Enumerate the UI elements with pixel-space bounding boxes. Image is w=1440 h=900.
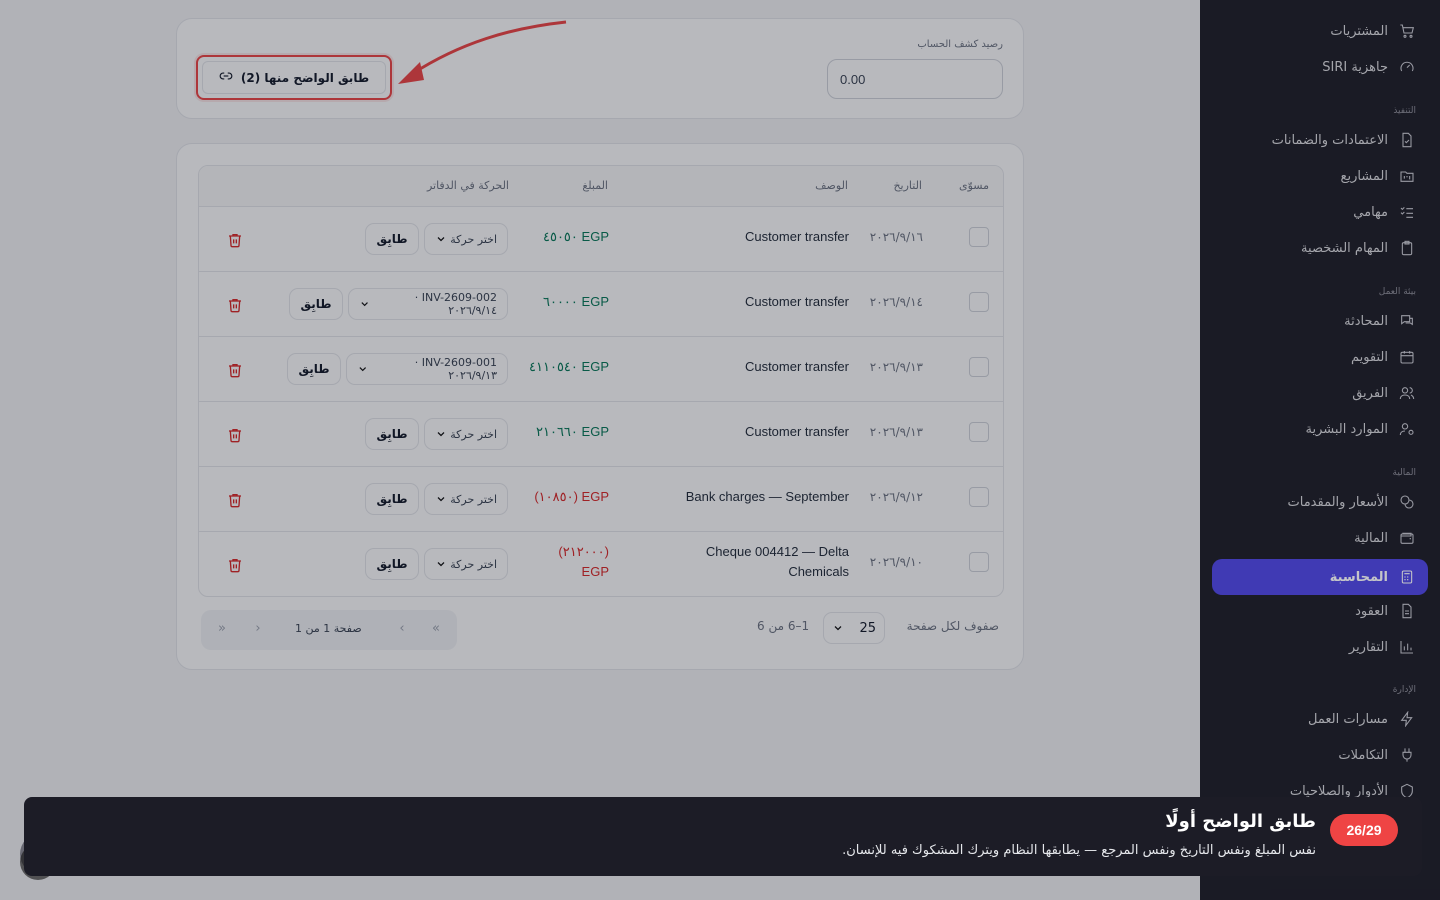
table-row: ٢٠٢٦/٩/١٢ Bank charges — September EGP (… [199, 467, 1003, 532]
row-description: Customer transfer [744, 359, 849, 374]
select-value: اختر حركة [450, 232, 497, 246]
row-description-line1: Cheque 004412 — Delta [705, 544, 849, 559]
row-checkbox[interactable] [969, 357, 989, 377]
row-checkbox[interactable] [969, 292, 989, 312]
chevron-down-icon [834, 626, 842, 631]
row-description: Customer transfer [744, 294, 849, 309]
tour-body: نفس المبلغ ونفس التاريخ ونفس المرجع — يط… [842, 843, 1316, 858]
reconciliation-card: مسوّى التاريخ الوصف المبلغ الحركة في الد… [176, 143, 1024, 670]
col-date: التاريخ [893, 179, 922, 192]
table-row: ٢٠٢٦/٩/١٦ Customer transfer EGP ٤٥٠٥٠ اخ… [199, 207, 1003, 272]
row-amount-line1: (٢١٢٠٠٠) [558, 544, 609, 559]
row-checkbox[interactable] [969, 227, 989, 247]
chevron-down-icon [437, 562, 445, 567]
row-checkbox[interactable] [969, 487, 989, 507]
row-amount: EGP ٤٥٠٥٠ [542, 229, 609, 244]
table-row: ٢٠٢٦/٩/١٣ Customer transfer EGP ٢١٠٦٦٠ ا… [199, 402, 1003, 467]
rows-per-page-select[interactable]: 25 [823, 612, 885, 644]
table-row: ٢٠٢٦/٩/١٤ Customer transfer EGP ٦٠٠٠٠ IN… [199, 272, 1003, 337]
ledger-move-select[interactable]: اختر حركة [424, 418, 508, 450]
trash-icon[interactable] [227, 427, 243, 443]
row-date: ٢٠٢٦/٩/١٤ [869, 295, 923, 309]
select-value: INV-2609-002 · ٢٠٢٦/٩/١٤ [414, 291, 497, 317]
chevron-down-icon [359, 367, 367, 372]
match-obvious-button[interactable]: طابق الواضح منها (2) [196, 55, 392, 100]
row-date: ٢٠٢٦/٩/١٠ [869, 555, 923, 569]
chevron-down-icon [437, 237, 445, 242]
row-description: Customer transfer [744, 229, 849, 244]
match-button[interactable]: طابِق [365, 483, 419, 515]
pagination: « ‹ صفحة 1 من 1 › » [201, 610, 457, 650]
table-header: مسوّى التاريخ الوصف المبلغ الحركة في الد… [199, 166, 1003, 207]
balance-input[interactable]: 0.00 [827, 59, 1003, 99]
next-page-icon[interactable]: › [395, 622, 409, 636]
ledger-move-select[interactable]: INV-2609-001 · ٢٠٢٦/٩/١٣ [346, 353, 508, 385]
balance-card: رصيد كشف الحساب 0.00 طابق الواضح منها (2… [176, 18, 1024, 119]
match-button[interactable]: طابِق [365, 418, 419, 450]
trash-icon[interactable] [227, 297, 243, 313]
row-amount: EGP ٢١٠٦٦٠ [536, 424, 609, 439]
rows-per-page-value: 25 [859, 620, 876, 636]
chevron-down-icon [437, 497, 445, 502]
row-amount: (٢١٢٠٠٠) EGP [558, 542, 609, 582]
row-checkbox[interactable] [969, 422, 989, 442]
match-button[interactable]: طابِق [289, 288, 343, 320]
ledger-move-select[interactable]: اختر حركة [424, 223, 508, 255]
row-description-line2: Chemicals [788, 564, 849, 579]
row-description: Bank charges — September [685, 489, 849, 504]
first-page-icon[interactable]: « [215, 622, 229, 636]
select-value: اختر حركة [450, 557, 497, 571]
row-amount: EGP ٦٠٠٠٠ [542, 294, 609, 309]
page-text: صفحة 1 من 1 [295, 622, 362, 635]
prev-page-icon[interactable]: ‹ [251, 622, 265, 636]
ledger-move-select[interactable]: INV-2609-002 · ٢٠٢٦/٩/١٤ [348, 288, 508, 320]
row-date: ٢٠٢٦/٩/١٦ [869, 230, 923, 244]
row-amount: EGP ٤١١٠٥٤٠ [529, 359, 609, 374]
balance-label: رصيد كشف الحساب [917, 39, 1003, 50]
match-button[interactable]: طابِق [365, 548, 419, 580]
tour-title: طابق الواضح أولًا [1165, 811, 1316, 832]
ledger-move-select[interactable]: اختر حركة [424, 483, 508, 515]
chevron-down-icon [437, 432, 445, 437]
trash-icon[interactable] [227, 557, 243, 573]
row-amount: EGP (١٠٨٥٠) [534, 489, 609, 504]
row-amount-line2: EGP [581, 564, 609, 579]
row-date: ٢٠٢٦/٩/١٣ [869, 425, 923, 439]
match-button[interactable]: طابِق [287, 353, 341, 385]
table-row: ٢٠٢٦/٩/١٠ Cheque 004412 — Delta Chemical… [199, 532, 1003, 596]
col-ledger-move: الحركة في الدفاتر [426, 179, 509, 192]
trash-icon[interactable] [227, 492, 243, 508]
link-icon [219, 69, 233, 86]
select-value: INV-2609-001 · ٢٠٢٦/٩/١٣ [414, 356, 497, 382]
tour-panel: 26/29 طابق الواضح أولًا نفس المبلغ ونفس … [24, 797, 1422, 876]
row-checkbox[interactable] [969, 552, 989, 572]
ledger-move-select[interactable]: اختر حركة [424, 548, 508, 580]
reconciliation-table: مسوّى التاريخ الوصف المبلغ الحركة في الد… [198, 165, 1004, 597]
last-page-icon[interactable]: » [429, 622, 443, 636]
row-date: ٢٠٢٦/٩/١٣ [869, 360, 923, 374]
select-value: اختر حركة [450, 492, 497, 506]
match-obvious-label: طابق الواضح منها (2) [240, 70, 370, 85]
match-button[interactable]: طابِق [365, 223, 419, 255]
col-amount: المبلغ [582, 179, 608, 192]
row-date: ٢٠٢٦/٩/١٢ [869, 490, 923, 504]
chevron-down-icon [361, 302, 368, 307]
range-text: 1–6 من 6 [757, 619, 810, 633]
table-row: ٢٠٢٦/٩/١٣ Customer transfer EGP ٤١١٠٥٤٠ … [199, 337, 1003, 402]
trash-icon[interactable] [227, 232, 243, 248]
trash-icon[interactable] [227, 362, 243, 378]
col-description: الوصف [815, 179, 848, 192]
select-value: اختر حركة [450, 427, 497, 441]
row-description: Customer transfer [744, 424, 849, 439]
sidebar-dim-overlay [1200, 0, 1440, 900]
row-description: Cheque 004412 — Delta Chemicals [706, 542, 849, 582]
tour-pointer-arrow [398, 20, 567, 84]
rows-per-page-label: صفوف لكل صفحة [906, 619, 999, 633]
col-reconciled: مسوّى [959, 179, 989, 192]
tour-step-badge: 26/29 [1330, 814, 1398, 846]
